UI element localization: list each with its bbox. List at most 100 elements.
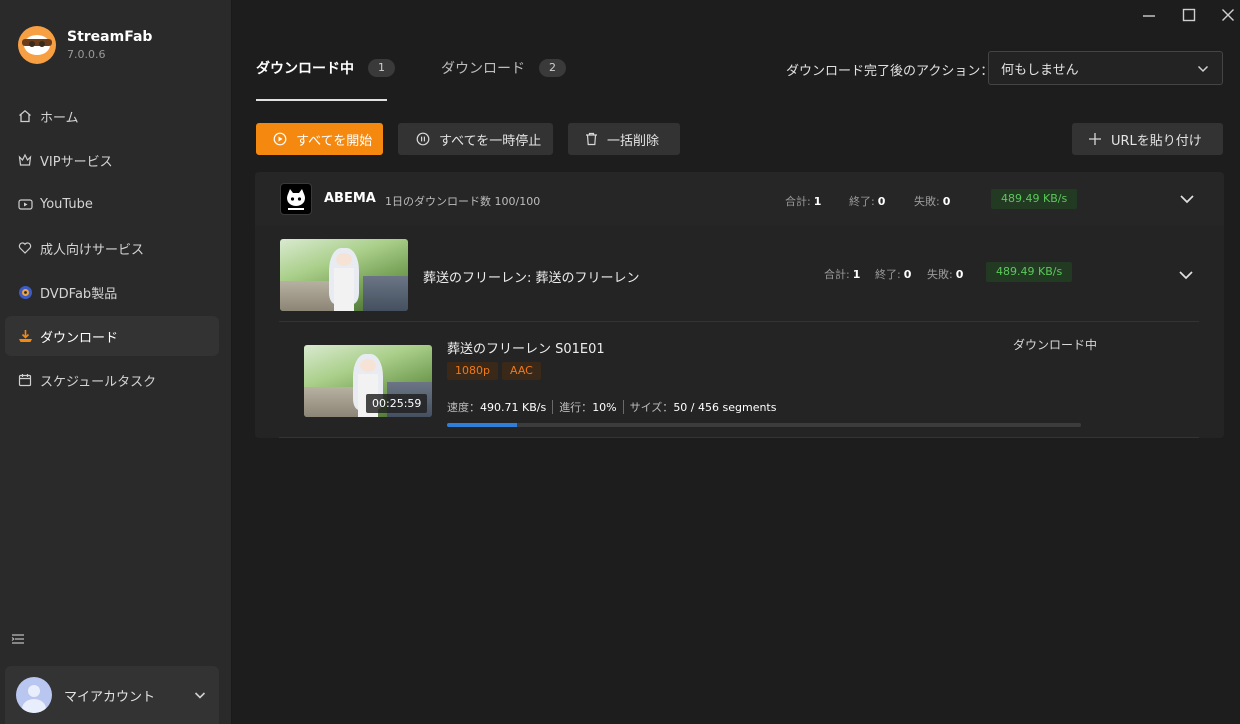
chevron-down-icon xyxy=(193,688,207,706)
avatar xyxy=(16,677,52,713)
sidebar-item-download[interactable]: ダウンロード xyxy=(5,316,219,356)
app-name: StreamFab xyxy=(67,29,153,45)
sidebar-item-label: スケジュールタスク xyxy=(40,374,157,390)
tab-label: ダウンロード中 xyxy=(256,61,354,77)
failed-value: 0 xyxy=(955,268,964,281)
tab-count: 2 xyxy=(539,59,566,77)
start-all-label: すべてを開始 xyxy=(296,133,373,149)
delete-all-button[interactable]: 一括削除 xyxy=(568,123,680,155)
resolution-tag: 1080p xyxy=(447,362,498,380)
duration-badge: 00:25:59 xyxy=(366,394,428,413)
sidebar-item-schedule[interactable]: スケジュールタスク xyxy=(5,360,219,400)
done-label: 終了: xyxy=(875,268,901,281)
speed-label: 速度： xyxy=(447,401,480,414)
series-thumbnail xyxy=(280,239,408,311)
download-icon xyxy=(17,328,33,344)
expand-service-icon[interactable] xyxy=(1178,190,1196,208)
brand: StreamFab 7.0.0.6 xyxy=(18,26,152,64)
start-all-button[interactable]: すべてを開始 xyxy=(256,123,383,155)
sidebar-nav: ホーム VIPサービス YouTube 成人向けサービス DVDFab製品 ダウ… xyxy=(5,96,219,404)
series-title: 葬送のフリーレン: 葬送のフリーレン xyxy=(423,271,640,286)
after-action-label: ダウンロード完了後のアクション： xyxy=(786,64,994,79)
episode-title: 葬送のフリーレン S01E01 xyxy=(447,342,605,357)
episode-thumbnail: 00:25:59 xyxy=(304,345,432,417)
sidebar-item-vip[interactable]: VIPサービス xyxy=(5,140,219,180)
failed-label: 失敗: xyxy=(927,268,953,281)
divider xyxy=(279,437,1199,438)
done-value: 0 xyxy=(903,268,912,281)
active-tab-indicator xyxy=(256,99,387,101)
service-name: ABEMA xyxy=(324,191,376,206)
tab-label: ダウンロード xyxy=(441,61,525,77)
account-menu[interactable]: マイアカウント xyxy=(5,666,219,724)
chevron-down-icon xyxy=(1196,63,1210,79)
sidebar-item-youtube[interactable]: YouTube xyxy=(5,184,219,224)
pause-all-label: すべてを一時停止 xyxy=(439,133,542,149)
metric-separator xyxy=(552,400,554,414)
download-status: ダウンロード中 xyxy=(1013,338,1098,352)
done-label: 終了: xyxy=(849,195,875,208)
failed-stat: 失敗: 0 xyxy=(914,193,950,209)
sidebar-item-label: DVDFab製品 xyxy=(40,286,118,302)
sidebar-item-dvdfab[interactable]: DVDFab製品 xyxy=(5,272,219,312)
tab-downloaded[interactable]: ダウンロード 2 xyxy=(441,58,566,78)
paste-url-label: URLを貼り付け xyxy=(1111,133,1202,149)
calendar-icon xyxy=(17,372,33,388)
audio-tag: AAC xyxy=(502,362,541,380)
daily-limit: 1日のダウンロード数 100/100 xyxy=(385,195,541,208)
divider xyxy=(279,321,1199,322)
speed-value: 490.71 KB/s xyxy=(480,400,547,414)
account-label: マイアカウント xyxy=(64,689,156,705)
paste-url-button[interactable]: URLを貼り付け xyxy=(1072,123,1223,155)
pause-circle-icon xyxy=(416,132,430,146)
total-stat: 合計: 1 xyxy=(824,266,860,282)
after-action-select[interactable]: 何もしません xyxy=(988,51,1223,85)
delete-all-label: 一括削除 xyxy=(607,133,660,149)
total-stat: 合計: 1 xyxy=(785,193,821,209)
done-value: 0 xyxy=(877,195,886,208)
tab-count: 1 xyxy=(368,59,395,77)
trash-icon xyxy=(585,132,598,146)
close-icon[interactable] xyxy=(1217,4,1239,26)
collapse-menu-icon[interactable] xyxy=(11,632,27,648)
heart-icon xyxy=(17,240,33,256)
failed-label: 失敗: xyxy=(914,195,940,208)
expand-series-icon[interactable] xyxy=(1177,266,1195,284)
sidebar-item-home[interactable]: ホーム xyxy=(5,96,219,136)
size-value: 50 / 456 segments xyxy=(673,400,777,414)
total-label: 合計: xyxy=(785,195,811,208)
abema-logo xyxy=(280,183,312,215)
progress-fill xyxy=(447,423,517,427)
maximize-icon[interactable] xyxy=(1178,4,1200,26)
after-action-value: 何もしません xyxy=(1001,62,1079,78)
dvdfab-icon xyxy=(17,284,33,300)
sidebar-item-label: YouTube xyxy=(40,196,93,212)
total-value: 1 xyxy=(813,195,822,208)
plus-icon xyxy=(1088,132,1102,146)
progress-value: 10% xyxy=(592,400,617,414)
tab-downloading[interactable]: ダウンロード中 1 xyxy=(256,58,395,78)
progress-bar xyxy=(447,423,1081,427)
minimize-icon[interactable] xyxy=(1138,4,1160,26)
home-icon xyxy=(17,108,33,124)
done-stat: 終了: 0 xyxy=(875,266,911,282)
service-row: ABEMA 1日のダウンロード数 100/100 合計: 1 終了: 0 失敗: 0 … xyxy=(255,172,1224,226)
sidebar-item-label: ダウンロード xyxy=(40,330,119,346)
failed-value: 0 xyxy=(942,195,951,208)
total-value: 1 xyxy=(852,268,861,281)
streamfab-logo xyxy=(18,26,56,64)
youtube-icon xyxy=(17,196,33,212)
sidebar-item-label: VIPサービス xyxy=(40,154,113,170)
pause-all-button[interactable]: すべてを一時停止 xyxy=(398,123,553,155)
app-version: 7.0.0.6 xyxy=(67,48,106,61)
download-metrics: 速度： 490.71 KB/s 進行： 10% サイズ： 50 / 456 se… xyxy=(447,399,782,415)
sidebar-item-label: ホーム xyxy=(40,110,79,126)
download-group: ABEMA 1日のダウンロード数 100/100 合計: 1 終了: 0 失敗: 0 … xyxy=(255,172,1224,438)
sidebar-item-adult[interactable]: 成人向けサービス xyxy=(5,228,219,268)
progress-label: 進行： xyxy=(559,401,593,414)
sidebar: StreamFab 7.0.0.6 ホーム VIPサービス YouTube 成人… xyxy=(0,0,232,724)
speed-badge: 489.49 KB/s xyxy=(986,262,1073,282)
failed-stat: 失敗: 0 xyxy=(927,266,963,282)
play-circle-icon xyxy=(273,132,287,146)
speed-badge: 489.49 KB/s xyxy=(991,189,1078,209)
